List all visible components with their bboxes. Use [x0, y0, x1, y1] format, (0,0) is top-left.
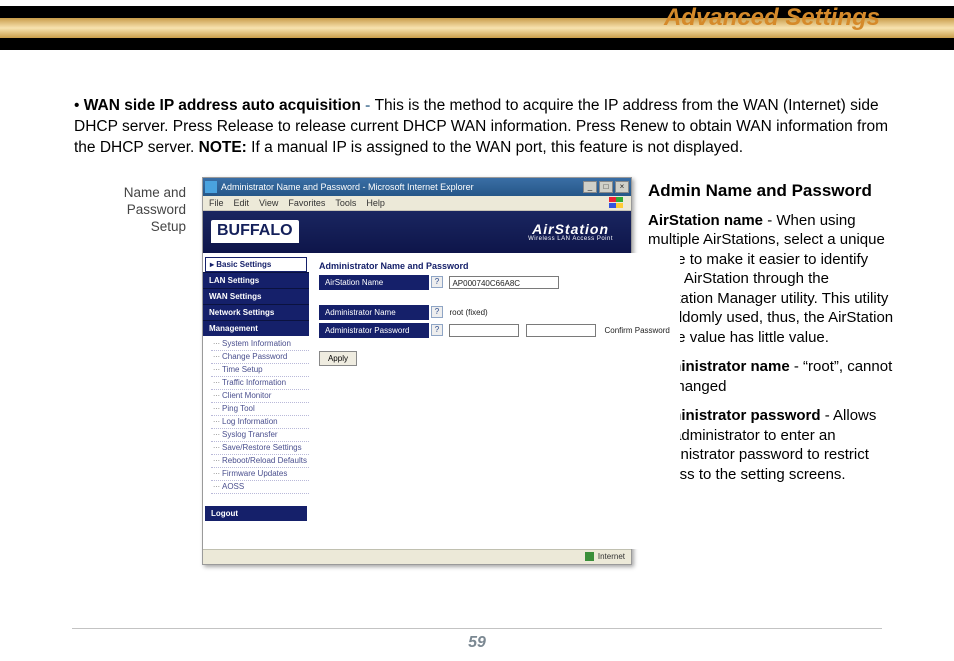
router-main-panel: Administrator Name and Password AirStati… — [309, 253, 680, 549]
menu-edit[interactable]: Edit — [234, 198, 250, 208]
menu-favorites[interactable]: Favorites — [288, 198, 325, 208]
menu-tools[interactable]: Tools — [335, 198, 356, 208]
browser-statusbar: Internet — [203, 549, 631, 564]
footer-divider — [72, 628, 882, 629]
intro-paragraph: • WAN side IP address auto acquisition -… — [74, 96, 894, 159]
sidebar-network-settings[interactable]: Network Settings — [203, 304, 309, 320]
intro-dash: - — [361, 97, 375, 114]
input-airstation-name[interactable]: AP000740C66A8C — [449, 276, 559, 289]
label-admin-password: Administrator Password — [319, 323, 429, 338]
content-row: Name and Password Setup Administrator Na… — [74, 177, 894, 565]
ie-icon — [205, 181, 217, 193]
airstation-logo: AirStation Wireless LAN Access Point — [528, 222, 623, 242]
desc-airstation-name-body: - When using multiple AirStations, selec… — [648, 212, 893, 346]
sidebar-item-time-setup[interactable]: Time Setup — [211, 364, 309, 377]
sidebar-wan-settings[interactable]: WAN Settings — [203, 288, 309, 304]
brand-bar: BUFFALO AirStation Wireless LAN Access P… — [203, 211, 631, 253]
maximize-button[interactable]: □ — [599, 181, 613, 193]
airstation-subtitle: Wireless LAN Access Point — [528, 236, 613, 242]
input-confirm-password[interactable] — [526, 324, 596, 337]
logout-button[interactable]: Logout — [205, 506, 307, 521]
sidebar-management[interactable]: Management — [203, 320, 309, 336]
row-admin-password: Administrator Password? Confirm Password — [319, 323, 670, 338]
bullet: • — [74, 97, 79, 114]
sidebar-lan-settings[interactable]: LAN Settings — [203, 272, 309, 288]
menu-help[interactable]: Help — [366, 198, 385, 208]
intro-note-label: NOTE: — [199, 139, 247, 156]
sidebar-item-syslog-transfer[interactable]: Syslog Transfer — [211, 429, 309, 442]
sidebar-basic-settings[interactable]: ▸ Basic Settings — [205, 257, 307, 272]
help-icon[interactable]: ? — [431, 276, 443, 288]
router-content: ▸ Basic Settings LAN Settings WAN Settin… — [203, 253, 631, 549]
label-confirm-password: Confirm Password — [605, 326, 670, 335]
browser-menubar: File Edit View Favorites Tools Help — [203, 196, 631, 211]
section-heading: Admin Name and Password — [648, 181, 894, 201]
desc-admin-password: Administrator password - Allows the admi… — [648, 406, 894, 484]
help-icon[interactable]: ? — [431, 306, 443, 318]
apply-button[interactable]: Apply — [319, 351, 357, 366]
sidebar-item-save-restore[interactable]: Save/Restore Settings — [211, 442, 309, 455]
router-sidebar: ▸ Basic Settings LAN Settings WAN Settin… — [203, 253, 309, 549]
label-admin-name: Administrator Name — [319, 305, 429, 320]
window-titlebar: Administrator Name and Password - Micros… — [203, 178, 631, 196]
label-airstation-name: AirStation Name — [319, 275, 429, 290]
sidebar-item-aoss[interactable]: AOSS — [211, 481, 309, 494]
sidebar-item-firmware-updates[interactable]: Firmware Updates — [211, 468, 309, 481]
sidebar-item-log-information[interactable]: Log Information — [211, 416, 309, 429]
caption-line-2: Password — [127, 202, 186, 217]
status-text: Internet — [598, 552, 625, 561]
menu-file[interactable]: File — [209, 198, 224, 208]
sidebar-item-traffic-information[interactable]: Traffic Information — [211, 377, 309, 390]
menu-view[interactable]: View — [259, 198, 278, 208]
desc-airstation-name-label: AirStation name — [648, 212, 763, 229]
header-stripe: Advanced Settings — [0, 0, 954, 56]
sidebar-item-ping-tool[interactable]: Ping Tool — [211, 403, 309, 416]
embedded-screenshot: Administrator Name and Password - Micros… — [202, 177, 632, 565]
sidebar-item-reboot-reload[interactable]: Reboot/Reload Defaults — [211, 455, 309, 468]
section-title: Administrator Name and Password — [319, 261, 670, 271]
row-airstation-name: AirStation Name? AP000740C66A8C — [319, 275, 670, 290]
minimize-button[interactable]: _ — [583, 181, 597, 193]
intro-lead: WAN side IP address auto acquisition — [84, 97, 361, 114]
window-title: Administrator Name and Password - Micros… — [221, 182, 474, 192]
intro-body-2: If a manual IP is assigned to the WAN po… — [247, 139, 743, 156]
internet-zone-icon — [585, 552, 594, 561]
caption-line-1: Name and — [124, 185, 186, 200]
caption-line-3: Setup — [151, 219, 186, 234]
airstation-title: AirStation — [528, 222, 613, 236]
desc-admin-name: Administrator name - “root”, cannot be c… — [648, 357, 894, 396]
page-body: • WAN side IP address auto acquisition -… — [0, 56, 954, 565]
close-button[interactable]: × — [615, 181, 629, 193]
windows-flag-icon — [609, 197, 625, 209]
sidebar-tree: System Information Change Password Time … — [203, 336, 309, 498]
input-admin-password[interactable] — [449, 324, 519, 337]
value-admin-name: root (fixed) — [449, 308, 487, 317]
sidebar-item-change-password[interactable]: Change Password — [211, 351, 309, 364]
screenshot-caption: Name and Password Setup — [74, 177, 186, 565]
page-number: 59 — [0, 634, 954, 652]
buffalo-logo: BUFFALO — [211, 220, 299, 243]
page-viewport: BUFFALO AirStation Wireless LAN Access P… — [203, 211, 631, 549]
row-admin-name: Administrator Name? root (fixed) — [319, 305, 670, 320]
description-column: Admin Name and Password AirStation name … — [648, 177, 894, 565]
help-icon[interactable]: ? — [431, 324, 443, 336]
desc-airstation-name: AirStation name - When using multiple Ai… — [648, 211, 894, 348]
sidebar-item-client-monitor[interactable]: Client Monitor — [211, 390, 309, 403]
page-header-title: Advanced Settings — [664, 4, 880, 32]
sidebar-item-system-information[interactable]: System Information — [211, 338, 309, 351]
